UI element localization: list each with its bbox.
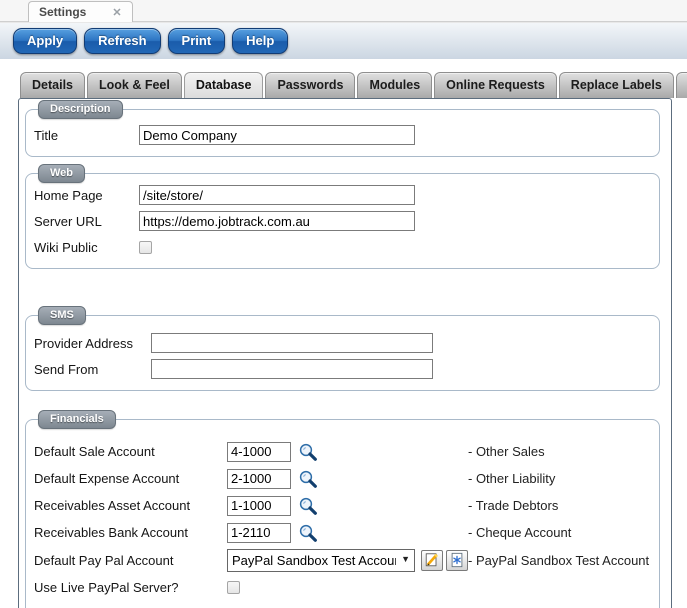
receivables-asset-account-input[interactable] [227, 496, 291, 516]
use-live-paypal-server-checkbox[interactable] [227, 581, 240, 594]
default-sale-account-row: Default Sale Account - Other Sales [34, 438, 651, 465]
default-sale-account-input[interactable] [227, 442, 291, 462]
tab-look-and-feel[interactable]: Look & Feel [87, 72, 182, 98]
home-page-input[interactable] [139, 185, 415, 205]
tab-passwords[interactable]: Passwords [265, 72, 355, 98]
financials-fieldset: Financials Default Sale Account - Other … [25, 419, 660, 608]
web-legend: Web [38, 164, 85, 183]
server-url-input[interactable] [139, 211, 415, 231]
default-expense-account-label: Default Expense Account [34, 471, 227, 486]
apply-button[interactable]: Apply [13, 28, 77, 54]
sms-legend: SMS [38, 306, 86, 325]
title-input[interactable] [139, 125, 415, 145]
lookup-magnifier-icon[interactable] [298, 496, 318, 516]
tab-modules[interactable]: Modules [357, 72, 432, 98]
lookup-magnifier-icon[interactable] [298, 469, 318, 489]
receivables-bank-account-row: Receivables Bank Account - Cheque Accoun… [34, 519, 651, 546]
window-tab-strip: Settings ✕ [0, 0, 687, 22]
paypal-account-select-wrap: PayPal Sandbox Test Account ▼ [227, 549, 415, 572]
receivables-bank-account-input[interactable] [227, 523, 291, 543]
spacer [0, 59, 687, 73]
lookup-magnifier-icon[interactable] [298, 442, 318, 462]
tab-database[interactable]: Database [184, 72, 264, 98]
server-url-label: Server URL [34, 214, 139, 229]
paypal-account-select[interactable]: PayPal Sandbox Test Account [227, 549, 415, 572]
tab-replace-labels[interactable]: Replace Labels [559, 72, 674, 98]
settings-window-tab[interactable]: Settings ✕ [28, 1, 133, 22]
toolbar: Apply Refresh Print Help [0, 22, 687, 59]
default-sale-account-description: - Other Sales [468, 444, 545, 459]
receivables-bank-account-description: - Cheque Account [468, 525, 571, 540]
sms-fieldset: SMS Provider Address Send From [25, 315, 660, 391]
home-page-label: Home Page [34, 188, 139, 203]
tab-online-requests[interactable]: Online Requests [434, 72, 557, 98]
new-page-icon [449, 552, 465, 568]
wiki-public-label: Wiki Public [34, 240, 139, 255]
receivables-asset-account-label: Receivables Asset Account [34, 498, 227, 513]
receivables-asset-account-description: - Trade Debtors [468, 498, 558, 513]
financials-legend: Financials [38, 410, 116, 429]
edit-paypal-account-button[interactable] [421, 550, 443, 571]
default-expense-account-row: Default Expense Account - Other Liabilit… [34, 465, 651, 492]
default-sale-account-label: Default Sale Account [34, 444, 227, 459]
default-expense-account-description: - Other Liability [468, 471, 555, 486]
new-paypal-account-button[interactable] [446, 550, 468, 571]
database-settings-panel: Description Title Web Home Page Server U… [18, 98, 672, 608]
server-url-row: Server URL [34, 208, 651, 234]
settings-tab-bar: Details Look & Feel Database Passwords M… [0, 73, 687, 98]
send-from-label: Send From [34, 362, 151, 377]
description-fieldset: Description Title [25, 109, 660, 157]
send-from-input[interactable] [151, 359, 433, 379]
receivables-bank-account-label: Receivables Bank Account [34, 525, 227, 540]
provider-address-input[interactable] [151, 333, 433, 353]
receivables-asset-account-row: Receivables Asset Account - Trade Debtor… [34, 492, 651, 519]
send-from-row: Send From [34, 356, 651, 382]
web-fieldset: Web Home Page Server URL Wiki Public [25, 173, 660, 269]
tab-reports-template[interactable]: Reports Template [676, 72, 687, 98]
title-row: Title [34, 122, 651, 148]
description-legend: Description [38, 100, 123, 119]
default-paypal-account-label: Default Pay Pal Account [34, 553, 227, 568]
lookup-magnifier-icon[interactable] [298, 523, 318, 543]
wiki-public-row: Wiki Public [34, 234, 651, 260]
default-paypal-account-description: - PayPal Sandbox Test Account [468, 553, 649, 568]
wiki-public-checkbox[interactable] [139, 241, 152, 254]
print-button[interactable]: Print [168, 28, 226, 54]
default-expense-account-input[interactable] [227, 469, 291, 489]
provider-address-label: Provider Address [34, 336, 151, 351]
use-live-paypal-server-row: Use Live PayPal Server? [34, 574, 651, 601]
close-icon[interactable]: ✕ [112, 6, 121, 19]
tab-details[interactable]: Details [20, 72, 85, 98]
title-label: Title [34, 128, 139, 143]
default-paypal-account-row: Default Pay Pal Account PayPal Sandbox T… [34, 546, 651, 574]
settings-window-tab-label: Settings [39, 5, 86, 19]
help-button[interactable]: Help [232, 28, 288, 54]
provider-address-row: Provider Address [34, 330, 651, 356]
refresh-button[interactable]: Refresh [84, 28, 160, 54]
home-page-row: Home Page [34, 182, 651, 208]
use-live-paypal-server-label: Use Live PayPal Server? [34, 580, 227, 595]
edit-pencil-icon [424, 552, 440, 568]
